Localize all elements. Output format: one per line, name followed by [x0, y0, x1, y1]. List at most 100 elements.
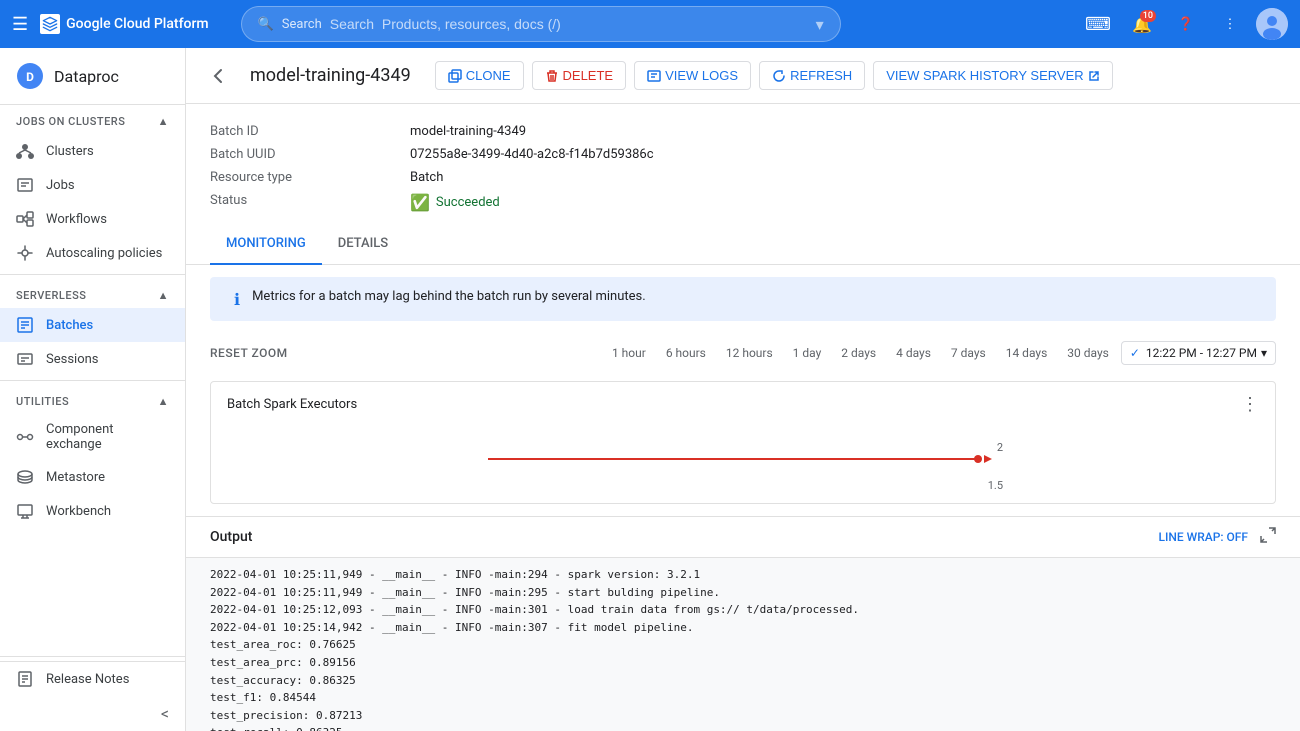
sidebar-item-clusters[interactable]: Clusters [0, 134, 185, 168]
log-line: test_f1: 0.84544 [210, 689, 1276, 707]
info-banner-text: Metrics for a batch may lag behind the b… [252, 289, 646, 304]
info-banner: ℹ Metrics for a batch may lag behind the… [210, 277, 1276, 321]
topbar: ☰ Google Cloud Platform 🔍 Search ▾ ⌨ 🔔 1… [0, 0, 1300, 48]
time-btn-12hours[interactable]: 12 hours [718, 342, 781, 364]
time-btn-1hour[interactable]: 1 hour [604, 342, 654, 364]
sidebar-item-release-notes[interactable]: Release Notes [0, 662, 185, 696]
collapse-sidebar-icon: < [161, 704, 169, 723]
reset-zoom-button[interactable]: RESET ZOOM [210, 346, 288, 360]
cloud-shell-icon[interactable]: ⌨ [1080, 6, 1116, 42]
batches-icon [16, 316, 34, 334]
time-btn-7days[interactable]: 7 days [943, 342, 994, 364]
time-btn-6hours[interactable]: 6 hours [658, 342, 714, 364]
tab-details[interactable]: DETAILS [322, 224, 404, 265]
log-line: 2022-04-01 10:25:11,949 - __main__ - INF… [210, 566, 1276, 584]
jobs-label: Jobs [46, 178, 75, 193]
view-spark-button[interactable]: VIEW SPARK HISTORY SERVER [873, 61, 1112, 90]
log-line: 2022-04-01 10:25:12,093 - __main__ - INF… [210, 601, 1276, 619]
output-section: Output LINE WRAP: OFF 2022-04-01 10:25:1… [186, 516, 1300, 731]
page-title: model-training-4349 [250, 65, 411, 86]
time-range-dropdown[interactable]: ✓ 12:22 PM - 12:27 PM ▾ [1121, 341, 1276, 365]
sidebar-item-sessions[interactable]: Sessions [0, 342, 185, 376]
time-btn-1day[interactable]: 1 day [785, 342, 830, 364]
metastore-label: Metastore [46, 470, 105, 485]
chart-header: Batch Spark Executors ⋮ [211, 382, 1275, 423]
monitoring-toolbar: RESET ZOOM 1 hour 6 hours 12 hours 1 day… [210, 333, 1276, 373]
sidebar-section-utilities: Utilities ▲ Component exchange Metastore… [0, 385, 185, 528]
help-icon[interactable]: ❓ [1168, 6, 1204, 42]
back-button[interactable] [202, 60, 234, 92]
workbench-label: Workbench [46, 504, 111, 519]
output-title: Output [210, 529, 252, 545]
batch-id-label: Batch ID [210, 124, 410, 139]
sidebar-item-workflows[interactable]: Workflows [0, 202, 185, 236]
time-range-value: 12:22 PM - 12:27 PM [1146, 346, 1257, 360]
sidebar: D Dataproc Jobs on Clusters ▲ Clusters J… [0, 48, 186, 731]
delete-button[interactable]: DELETE [532, 61, 627, 90]
app-name: Google Cloud Platform [66, 16, 208, 32]
sidebar-item-component-exchange[interactable]: Component exchange [0, 414, 185, 460]
chart-menu-button[interactable]: ⋮ [1241, 394, 1259, 415]
workflows-label: Workflows [46, 212, 107, 227]
time-btn-2days[interactable]: 2 days [833, 342, 884, 364]
sessions-label: Sessions [46, 352, 99, 367]
delete-icon [545, 69, 559, 83]
sidebar-item-batches[interactable]: Batches [0, 308, 185, 342]
view-logs-button[interactable]: VIEW LOGS [634, 61, 751, 90]
release-notes-label: Release Notes [46, 672, 129, 687]
search-input[interactable] [330, 16, 808, 32]
collapse-serverless-icon: ▲ [158, 289, 169, 302]
search-bar[interactable]: 🔍 Search ▾ [241, 6, 841, 42]
chart-svg: 2 1.5 [227, 431, 1259, 501]
batch-id-value: model-training-4349 [410, 124, 1276, 139]
workflows-icon [16, 210, 34, 228]
time-range-selector: 1 hour 6 hours 12 hours 1 day 2 days 4 d… [604, 341, 1276, 365]
user-avatar[interactable] [1256, 8, 1288, 40]
search-label: Search [282, 17, 322, 32]
clone-button[interactable]: CLONE [435, 61, 524, 90]
release-notes-icon [16, 670, 34, 688]
status-value: ✅ Succeeded [410, 193, 1276, 212]
time-btn-14days[interactable]: 14 days [998, 342, 1056, 364]
section-header-utilities[interactable]: Utilities ▲ [0, 385, 185, 414]
sidebar-item-metastore[interactable]: Metastore [0, 460, 185, 494]
sidebar-item-workbench[interactable]: Workbench [0, 494, 185, 528]
tab-monitoring[interactable]: MONITORING [210, 224, 322, 265]
sidebar-collapse-button[interactable]: < [0, 696, 185, 731]
section-header-serverless[interactable]: Serverless ▲ [0, 279, 185, 308]
dataproc-logo: D [16, 62, 44, 90]
chart-title: Batch Spark Executors [227, 397, 357, 412]
status-label: Status [210, 193, 410, 212]
time-btn-4days[interactable]: 4 days [888, 342, 939, 364]
refresh-icon [772, 69, 786, 83]
jobs-icon [16, 176, 34, 194]
svg-text:D: D [26, 70, 34, 84]
content-area: Batch ID model-training-4349 Batch UUID … [186, 104, 1300, 731]
app-logo: Google Cloud Platform [40, 14, 208, 34]
options-icon[interactable]: ⋮ [1212, 6, 1248, 42]
tabs-bar: MONITORING DETAILS [186, 224, 1300, 265]
refresh-button[interactable]: REFRESH [759, 61, 865, 90]
batches-label: Batches [46, 318, 93, 333]
menu-icon[interactable]: ☰ [12, 14, 28, 35]
sidebar-item-jobs[interactable]: Jobs [0, 168, 185, 202]
sidebar-item-autoscaling[interactable]: Autoscaling policies [0, 236, 185, 270]
gcp-logo-icon [40, 14, 60, 34]
log-line: test_area_prc: 0.89156 [210, 654, 1276, 672]
search-dropdown-icon[interactable]: ▾ [816, 15, 824, 34]
section-header-jobs-clusters[interactable]: Jobs on Clusters ▲ [0, 105, 185, 134]
log-line: test_precision: 0.87213 [210, 707, 1276, 725]
line-wrap-button[interactable]: LINE WRAP: OFF [1158, 530, 1248, 544]
notifications-button[interactable]: 🔔 10 [1124, 6, 1160, 42]
time-btn-30days[interactable]: 30 days [1059, 342, 1117, 364]
output-expand-button[interactable] [1260, 527, 1276, 547]
autoscaling-label: Autoscaling policies [46, 246, 162, 261]
clone-icon [448, 69, 462, 83]
autoscaling-icon [16, 244, 34, 262]
collapse-icon: ▲ [158, 115, 169, 128]
component-exchange-icon [16, 428, 34, 446]
chart-body: 2 1.5 [211, 423, 1275, 503]
output-log[interactable]: 2022-04-01 10:25:11,949 - __main__ - INF… [186, 558, 1300, 731]
view-logs-icon [647, 69, 661, 83]
sidebar-header: D Dataproc [0, 48, 185, 105]
